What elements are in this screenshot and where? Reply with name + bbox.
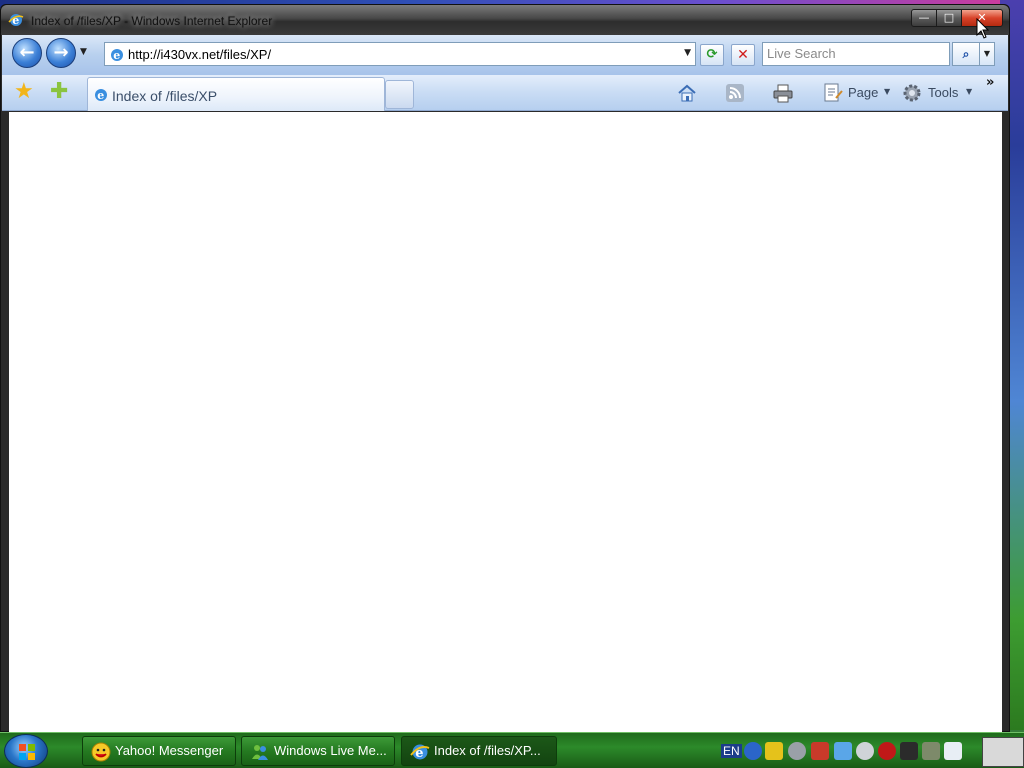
address-url[interactable]: http://i430vx.net/files/XP/ bbox=[128, 47, 271, 62]
security-shield-icon[interactable] bbox=[765, 742, 783, 760]
command-bar: ★ ✚ e Index of /files/XP Page ▼ Tools ▼ … bbox=[2, 75, 1008, 111]
more-commands-chevron-icon[interactable]: » bbox=[986, 75, 994, 90]
forward-button[interactable]: → bbox=[46, 38, 76, 68]
favorites-center-icon[interactable]: ★ bbox=[14, 81, 34, 103]
network-icon[interactable] bbox=[900, 742, 918, 760]
page-menu-dropdown-icon[interactable]: ▼ bbox=[884, 87, 890, 96]
svg-text:e: e bbox=[113, 49, 120, 62]
minimize-button[interactable]: — bbox=[911, 9, 937, 27]
refresh-button[interactable]: ⟳ bbox=[700, 44, 724, 66]
address-bar[interactable]: e http://i430vx.net/files/XP/ ▼ bbox=[104, 42, 696, 66]
internet-explorer-icon: e bbox=[410, 744, 430, 761]
download-icon[interactable] bbox=[744, 742, 762, 760]
maximize-button[interactable]: □ bbox=[936, 9, 962, 27]
clock[interactable] bbox=[982, 737, 1024, 767]
back-button[interactable]: ← bbox=[12, 38, 42, 68]
taskbar-button-label: Windows Live Me... bbox=[274, 743, 387, 758]
internet-explorer-icon: e bbox=[8, 14, 24, 27]
recent-pages-dropdown[interactable]: ▼ bbox=[80, 47, 87, 57]
taskbar-button-label: Index of /files/XP... bbox=[434, 743, 541, 758]
start-button[interactable] bbox=[4, 734, 48, 768]
ie-window: e Index of /files/XP - Windows Internet … bbox=[0, 4, 1010, 734]
firewall-shield-icon[interactable] bbox=[811, 742, 829, 760]
page-icon: e bbox=[95, 89, 107, 102]
windows-live-messenger-icon bbox=[252, 745, 268, 760]
address-dropdown-icon[interactable]: ▼ bbox=[684, 48, 691, 58]
tools-gear-icon[interactable] bbox=[901, 83, 923, 103]
page-content-area[interactable] bbox=[9, 112, 1002, 734]
taskbar: Yahoo! Messenger Windows Live Me... e In… bbox=[0, 732, 1024, 768]
settings-gear-icon[interactable] bbox=[788, 742, 806, 760]
page-icon: e bbox=[111, 49, 123, 62]
taskbar-button-internet-explorer[interactable]: e Index of /files/XP... bbox=[401, 736, 557, 766]
navigation-bar: ← → ▼ e http://i430vx.net/files/XP/ ▼ ⟳ … bbox=[2, 35, 1008, 75]
messenger-tray-icon[interactable] bbox=[834, 742, 852, 760]
taskbar-button-yahoo-messenger[interactable]: Yahoo! Messenger bbox=[82, 736, 236, 766]
tools-menu-label[interactable]: Tools bbox=[928, 85, 958, 100]
home-icon[interactable] bbox=[676, 83, 698, 103]
new-tab-button[interactable] bbox=[385, 80, 414, 109]
notification-icon[interactable] bbox=[944, 742, 962, 760]
window-title: Index of /files/XP - Windows Internet Ex… bbox=[31, 14, 273, 28]
antivirus-icon[interactable] bbox=[878, 742, 896, 760]
tab-current[interactable]: e Index of /files/XP bbox=[87, 77, 385, 111]
feeds-icon[interactable] bbox=[724, 83, 746, 103]
system-tray: EN bbox=[718, 735, 1024, 767]
tab-label: Index of /files/XP bbox=[112, 88, 218, 104]
print-icon[interactable] bbox=[772, 83, 794, 103]
windows-logo-icon bbox=[19, 744, 35, 760]
search-options-dropdown[interactable]: ▼ bbox=[979, 42, 995, 66]
svg-text:e: e bbox=[97, 89, 104, 102]
volume-icon[interactable] bbox=[856, 742, 874, 760]
mouse-cursor-icon bbox=[976, 18, 990, 39]
tools-menu-dropdown-icon[interactable]: ▼ bbox=[966, 87, 972, 96]
language-indicator[interactable]: EN bbox=[721, 744, 742, 758]
search-button[interactable]: ⌕ bbox=[952, 42, 980, 66]
add-to-favorites-icon[interactable]: ✚ bbox=[50, 81, 68, 103]
search-input[interactable]: Live Search bbox=[762, 42, 950, 66]
display-icon[interactable] bbox=[922, 742, 940, 760]
page-menu-icon[interactable] bbox=[822, 83, 844, 103]
page-menu-label[interactable]: Page bbox=[848, 85, 878, 100]
taskbar-button-label: Yahoo! Messenger bbox=[115, 743, 224, 758]
taskbar-button-windows-live-messenger[interactable]: Windows Live Me... bbox=[241, 736, 395, 766]
yahoo-messenger-icon bbox=[91, 742, 111, 762]
stop-button[interactable]: ✕ bbox=[731, 44, 755, 66]
title-bar[interactable]: e Index of /files/XP - Windows Internet … bbox=[1, 5, 1009, 35]
